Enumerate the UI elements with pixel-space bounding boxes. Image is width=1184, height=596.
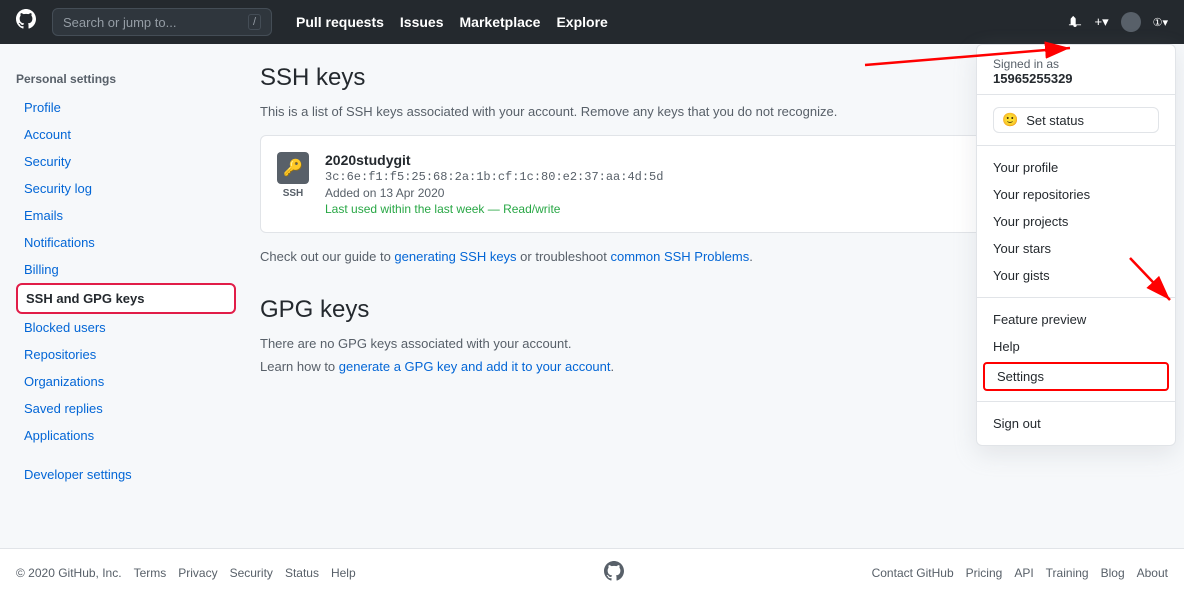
generating-ssh-keys-link[interactable]: generating SSH keys <box>394 249 516 264</box>
dropdown-username: 15965255329 <box>993 71 1159 86</box>
ssh-section-title: SSH keys <box>260 64 365 92</box>
footer-blog[interactable]: Blog <box>1101 566 1125 580</box>
key-added: Added on 13 Apr 2020 <box>325 186 1073 200</box>
dropdown-sign-out[interactable]: Sign out <box>977 410 1175 437</box>
sidebar-item-organizations[interactable]: Organizations <box>16 368 236 395</box>
search-bar[interactable]: Search or jump to... / <box>52 8 272 36</box>
footer-security[interactable]: Security <box>230 566 273 580</box>
sidebar-item-security[interactable]: Security <box>16 148 236 175</box>
dropdown-your-gists[interactable]: Your gists <box>977 262 1175 289</box>
sidebar-item-emails[interactable]: Emails <box>16 202 236 229</box>
signed-as-label: Signed in as <box>993 57 1159 71</box>
plus-icon[interactable]: +▾ <box>1094 14 1108 30</box>
header-right: +▾ ①▾ <box>1068 12 1168 33</box>
nav-pull-requests[interactable]: Pull requests <box>296 14 384 30</box>
search-slash-icon: / <box>248 14 261 30</box>
footer-pricing[interactable]: Pricing <box>966 566 1003 580</box>
footer-right: Contact GitHub Pricing API Training Blog… <box>872 566 1168 580</box>
footer-privacy[interactable]: Privacy <box>178 566 217 580</box>
dropdown-menu: Signed in as 15965255329 🙂 Set status Yo… <box>976 44 1176 446</box>
set-status-wrapper: 🙂 Set status <box>977 95 1175 146</box>
footer: © 2020 GitHub, Inc. Terms Privacy Securi… <box>0 548 1184 596</box>
dropdown-your-repositories[interactable]: Your repositories <box>977 181 1175 208</box>
header-nav: Pull requests Issues Marketplace Explore <box>296 14 608 30</box>
smiley-icon: 🙂 <box>1002 112 1018 128</box>
nav-issues[interactable]: Issues <box>400 14 444 30</box>
sidebar-item-repositories[interactable]: Repositories <box>16 341 236 368</box>
dropdown-your-stars[interactable]: Your stars <box>977 235 1175 262</box>
sidebar-item-saved-replies[interactable]: Saved replies <box>16 395 236 422</box>
footer-help[interactable]: Help <box>331 566 356 580</box>
key-icon-wrapper: 🔑 SSH <box>277 152 309 199</box>
key-fingerprint: 3c:6e:f1:f5:25:68:2a:1b:cf:1c:80:e2:37:a… <box>325 170 1073 184</box>
footer-api[interactable]: API <box>1014 566 1033 580</box>
sidebar-item-account[interactable]: Account <box>16 121 236 148</box>
header: Search or jump to... / Pull requests Iss… <box>0 0 1184 44</box>
key-name: 2020studygit <box>325 152 1073 168</box>
dropdown-section-1: Your profile Your repositories Your proj… <box>977 146 1175 298</box>
footer-contact-github[interactable]: Contact GitHub <box>872 566 954 580</box>
footer-status[interactable]: Status <box>285 566 319 580</box>
dropdown-your-projects[interactable]: Your projects <box>977 208 1175 235</box>
key-icon: 🔑 <box>277 152 309 184</box>
dropdown-section-last: Sign out <box>977 402 1175 445</box>
nav-marketplace[interactable]: Marketplace <box>460 14 541 30</box>
footer-training[interactable]: Training <box>1046 566 1089 580</box>
set-status-label: Set status <box>1026 113 1084 128</box>
nav-explore[interactable]: Explore <box>556 14 607 30</box>
dropdown-settings[interactable]: Settings <box>983 362 1169 391</box>
sidebar-section-header: Personal settings <box>16 64 236 90</box>
ssh-label: SSH <box>283 188 304 199</box>
sidebar-item-applications[interactable]: Applications <box>16 422 236 449</box>
sidebar-item-blocked-users[interactable]: Blocked users <box>16 314 236 341</box>
key-last-used: Last used within the last week — Read/wr… <box>325 202 1073 216</box>
sidebar-item-security-log[interactable]: Security log <box>16 175 236 202</box>
sidebar-item-profile[interactable]: Profile <box>16 94 236 121</box>
dropdown-section-2: Feature preview Help Settings <box>977 298 1175 402</box>
footer-terms[interactable]: Terms <box>134 566 167 580</box>
footer-about[interactable]: About <box>1137 566 1168 580</box>
gpg-section-title: GPG keys <box>260 296 369 324</box>
dropdown-header: Signed in as 15965255329 <box>977 45 1175 95</box>
search-placeholder-text: Search or jump to... <box>63 15 176 30</box>
set-status-button[interactable]: 🙂 Set status <box>993 107 1159 133</box>
key-info: 2020studygit 3c:6e:f1:f5:25:68:2a:1b:cf:… <box>325 152 1073 216</box>
dropdown-feature-preview[interactable]: Feature preview <box>977 306 1175 333</box>
avatar-dropdown-arrow[interactable]: ①▾ <box>1153 16 1168 29</box>
sidebar-item-ssh-gpg-keys[interactable]: SSH and GPG keys <box>16 283 236 314</box>
footer-left: © 2020 GitHub, Inc. Terms Privacy Securi… <box>16 566 356 580</box>
footer-copyright: © 2020 GitHub, Inc. <box>16 566 122 580</box>
sidebar-item-developer-settings[interactable]: Developer settings <box>16 461 236 488</box>
sidebar-item-notifications[interactable]: Notifications <box>16 229 236 256</box>
github-logo[interactable] <box>16 9 36 35</box>
sidebar-item-billing[interactable]: Billing <box>16 256 236 283</box>
dropdown-your-profile[interactable]: Your profile <box>977 154 1175 181</box>
generate-gpg-key-link[interactable]: generate a GPG key and add it to your ac… <box>339 359 611 374</box>
footer-github-logo <box>604 561 624 584</box>
notification-icon[interactable] <box>1068 12 1082 33</box>
avatar[interactable] <box>1121 12 1141 32</box>
common-ssh-problems-link[interactable]: common SSH Problems <box>611 249 750 264</box>
sidebar: Personal settings Profile Account Securi… <box>16 64 236 488</box>
dropdown-help[interactable]: Help <box>977 333 1175 360</box>
